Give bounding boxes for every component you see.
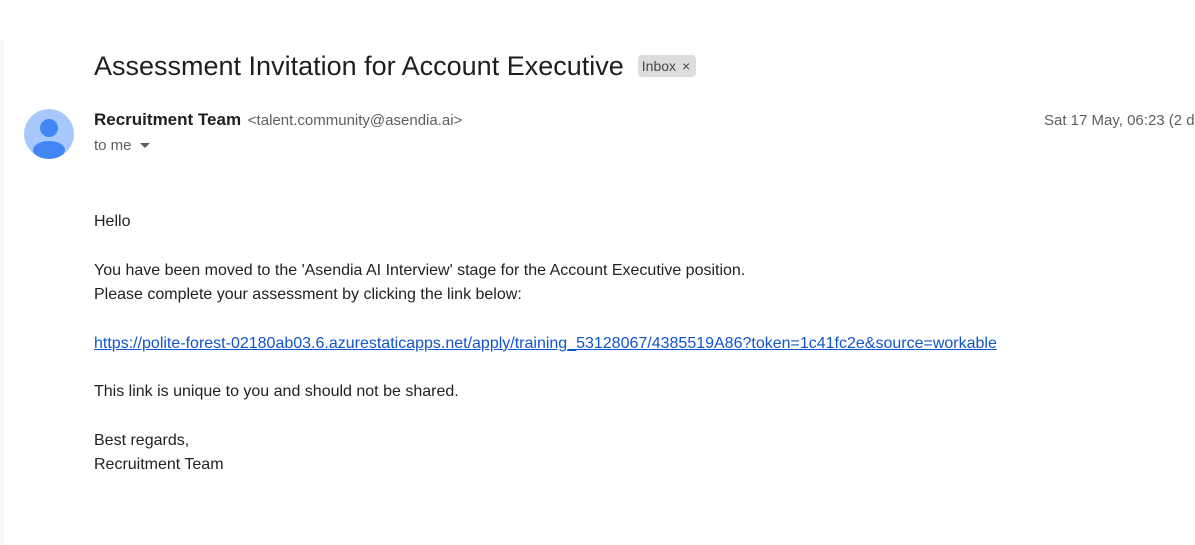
sender-line: Recruitment Team <talent.community@asend… (94, 110, 462, 130)
signature-line: Recruitment Team (94, 456, 224, 473)
closing-line: Best regards, (94, 431, 190, 449)
left-divider (0, 40, 4, 545)
close-icon[interactable]: × (682, 55, 690, 77)
email-view: Assessment Invitation for Account Execut… (0, 0, 1195, 545)
sender-name[interactable]: Recruitment Team (94, 110, 241, 129)
email-date: Sat 17 May, 06:23 (2 da (1044, 112, 1195, 129)
recipient-text: to me (94, 137, 132, 154)
body-line-1: You have been moved to the 'Asendia AI I… (94, 261, 746, 279)
caret-down-icon[interactable] (139, 143, 150, 148)
subject-header: Assessment Invitation for Account Execut… (94, 48, 697, 84)
inbox-label-chip[interactable]: Inbox × (637, 55, 697, 77)
inbox-label-text: Inbox (641, 58, 677, 74)
recipient-line: to me (94, 137, 150, 154)
email-subject: Assessment Invitation for Account Execut… (94, 51, 624, 81)
assessment-link[interactable]: https://polite-forest-02180ab03.6.azures… (94, 335, 997, 352)
body-line-2: Please complete your assessment by click… (94, 286, 522, 303)
sender-avatar[interactable] (24, 109, 74, 159)
default-person-avatar-icon (24, 109, 74, 159)
sender-email: <talent.community@asendia.ai> (247, 112, 463, 129)
greeting: Hello (94, 213, 131, 230)
notice-line: This link is unique to you and should no… (94, 383, 459, 400)
email-body: Hello You have been moved to the 'Asendi… (94, 210, 1174, 478)
